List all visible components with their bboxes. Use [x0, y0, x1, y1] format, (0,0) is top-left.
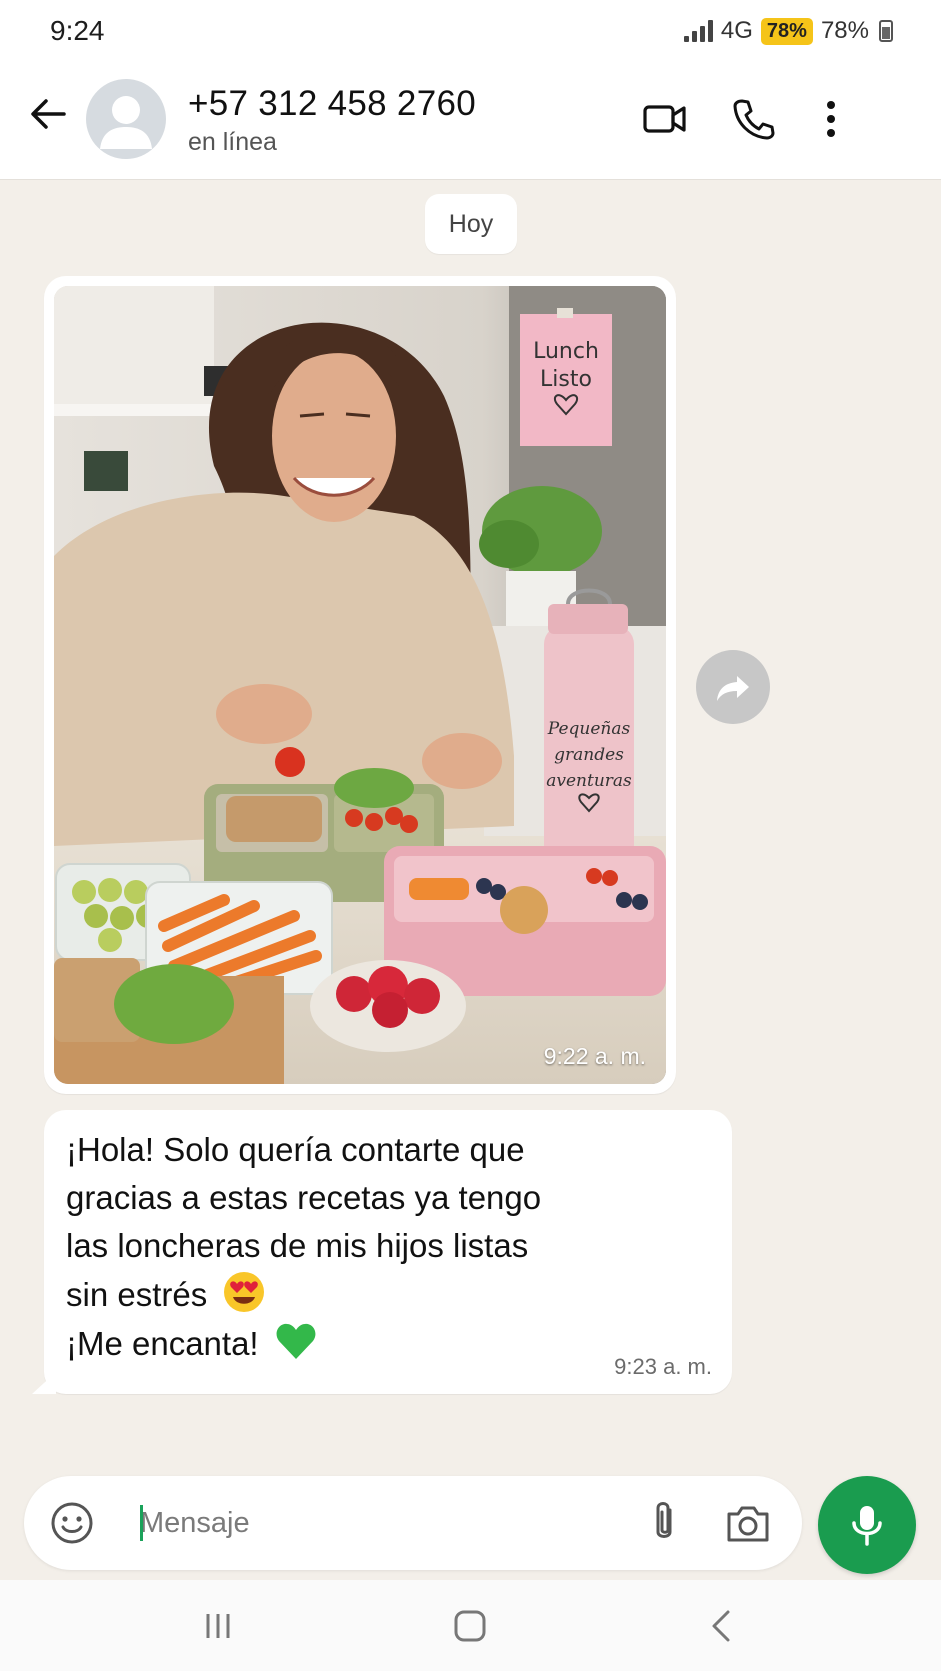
bottle-line-1: Pequeñas — [547, 719, 631, 739]
emoji-icon[interactable] — [48, 1499, 96, 1547]
message-input[interactable] — [140, 1496, 620, 1550]
message-line-5: ¡Me encanta! — [66, 1325, 259, 1362]
recents-icon[interactable] — [198, 1606, 238, 1646]
image-message-time: 9:22 a. m. — [543, 1043, 646, 1069]
date-chip: Hoy — [425, 194, 517, 254]
default-avatar-icon — [100, 96, 152, 149]
phone-icon[interactable] — [728, 94, 778, 144]
microphone-icon — [852, 1506, 882, 1546]
note-line-1: Lunch — [533, 339, 599, 364]
bottle-line-3: aventuras — [546, 771, 632, 791]
network-type: 4G — [720, 17, 753, 44]
text-message[interactable]: ¡Hola! Solo quería contarte que gracias … — [44, 1110, 732, 1394]
voice-message-button[interactable] — [818, 1476, 916, 1574]
sticky-note: Lunch Listo — [520, 308, 612, 446]
heart-eyes-emoji-icon — [224, 1272, 265, 1312]
battery-text: 78% — [820, 17, 869, 44]
status-bar: 9:24 4G 78% 78% — [0, 0, 941, 62]
avatar[interactable] — [86, 79, 166, 159]
chat-area[interactable]: Hoy Lunch Listo Pequeñas grandes aventur… — [0, 180, 941, 1476]
text-message-time: 9:23 a. m. — [614, 1354, 712, 1379]
note-line-2: Listo — [540, 367, 592, 392]
contact-status: en línea — [188, 128, 277, 156]
message-photo[interactable]: Lunch Listo Pequeñas grandes aventuras 9… — [54, 286, 666, 1084]
message-line-4-row: sin estrés — [66, 1270, 710, 1319]
forward-arrow-icon — [717, 676, 749, 701]
green-heart-emoji-icon — [276, 1323, 316, 1359]
nav-back-icon[interactable] — [702, 1606, 742, 1646]
message-line-2: gracias a estas recetas ya tengo — [66, 1179, 542, 1216]
camera-icon[interactable] — [724, 1500, 772, 1546]
back-arrow-icon[interactable] — [26, 92, 70, 136]
more-vert-icon[interactable] — [806, 94, 856, 144]
message-line-1: ¡Hola! Solo quería contarte que — [66, 1131, 525, 1168]
battery-icon — [879, 20, 893, 42]
bottle-line-2: grandes — [554, 745, 624, 765]
chat-header: +57 312 458 2760 en línea — [0, 62, 941, 180]
battery-badge: 78% — [760, 17, 813, 45]
attach-icon[interactable] — [644, 1498, 684, 1548]
contact-info[interactable]: +57 312 458 2760 en línea — [188, 84, 476, 157]
forward-button[interactable] — [696, 650, 770, 724]
signal-icon — [683, 20, 713, 42]
message-line-3: las loncheras de mis hijos listas — [66, 1227, 529, 1264]
video-call-icon[interactable] — [640, 94, 690, 144]
system-nav-bar — [0, 1580, 941, 1671]
text-caret — [140, 1505, 143, 1541]
image-message[interactable]: Lunch Listo Pequeñas grandes aventuras 9… — [44, 276, 676, 1094]
contact-name: +57 312 458 2760 — [188, 84, 476, 123]
home-icon[interactable] — [450, 1606, 490, 1646]
status-time: 9:24 — [50, 15, 105, 46]
message-composer — [24, 1476, 802, 1570]
photo-illustration: Lunch Listo Pequeñas grandes aventuras — [54, 286, 666, 1084]
status-indicators: 4G 78% 78% — [683, 17, 893, 45]
message-line-4: sin estrés — [66, 1276, 208, 1313]
